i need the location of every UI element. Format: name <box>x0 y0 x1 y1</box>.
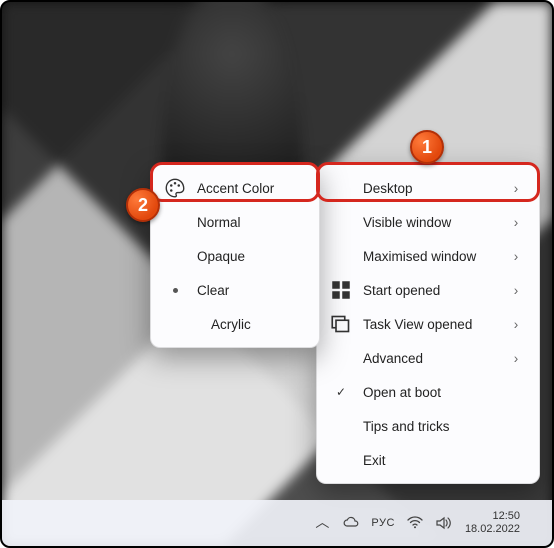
menu-item-label: Desktop <box>363 181 497 196</box>
onedrive-icon[interactable] <box>343 515 359 531</box>
menu-item-label: Task View opened <box>363 317 497 332</box>
context-menu-right: Desktop › Visible window › Maximised win… <box>316 164 540 484</box>
menu-item-label: Start opened <box>363 283 497 298</box>
clock-date-value: 18.02.2022 <box>465 523 520 536</box>
taskbar: ︿ РУС 12:50 18.02.2022 <box>2 500 552 546</box>
menu-item-task-view-opened[interactable]: Task View opened › <box>317 307 539 341</box>
menu-item-advanced[interactable]: Advanced › <box>317 341 539 375</box>
menu-item-label: Open at boot <box>363 385 497 400</box>
chevron-right-icon: › <box>509 317 523 332</box>
menu-item-label: Accent Color <box>197 181 303 196</box>
menu-item-open-at-boot[interactable]: Open at boot <box>317 375 539 409</box>
menu-item-label: Normal <box>197 215 303 230</box>
menu-item-label: Advanced <box>363 351 497 366</box>
chevron-right-icon: › <box>509 181 523 196</box>
task-view-icon <box>331 314 351 334</box>
volume-icon[interactable] <box>435 515 451 531</box>
chevron-right-icon: › <box>509 351 523 366</box>
clock-date[interactable]: 12:50 18.02.2022 <box>465 510 520 536</box>
context-menu-left: Accent Color Normal Opaque Clear Acrylic <box>150 164 320 348</box>
language-indicator[interactable]: РУС <box>371 517 395 529</box>
menu-item-desktop[interactable]: Desktop › <box>317 171 539 205</box>
menu-item-acrylic[interactable]: Acrylic <box>151 307 319 341</box>
chevron-right-icon: › <box>509 283 523 298</box>
menu-item-tips-and-tricks[interactable]: Tips and tricks <box>317 409 539 443</box>
tray-icons: ︿ РУС <box>315 515 451 531</box>
menu-item-exit[interactable]: Exit <box>317 443 539 477</box>
menu-item-opaque[interactable]: Opaque <box>151 239 319 273</box>
menu-item-maximised-window[interactable]: Maximised window › <box>317 239 539 273</box>
menu-item-accent-color[interactable]: Accent Color <box>151 171 319 205</box>
menu-item-label: Maximised window <box>363 249 497 264</box>
menu-item-normal[interactable]: Normal <box>151 205 319 239</box>
menu-item-clear[interactable]: Clear <box>151 273 319 307</box>
screenshot-stage: Desktop › Visible window › Maximised win… <box>0 0 554 548</box>
windows-start-icon <box>331 280 351 300</box>
menu-item-label: Clear <box>197 283 303 298</box>
menu-item-label: Tips and tricks <box>363 419 497 434</box>
menu-item-visible-window[interactable]: Visible window › <box>317 205 539 239</box>
wifi-icon[interactable] <box>407 515 423 531</box>
chevron-up-icon[interactable]: ︿ <box>315 515 331 531</box>
palette-icon <box>165 178 185 198</box>
menu-item-label: Visible window <box>363 215 497 230</box>
menu-item-label: Opaque <box>197 249 303 264</box>
checkmark-icon <box>331 385 351 399</box>
clock-time: 12:50 <box>465 510 520 523</box>
bullet-icon <box>165 288 185 293</box>
chevron-right-icon: › <box>509 215 523 230</box>
menu-item-start-opened[interactable]: Start opened › <box>317 273 539 307</box>
menu-item-label: Exit <box>363 453 497 468</box>
menu-item-label: Acrylic <box>197 317 303 332</box>
chevron-right-icon: › <box>509 249 523 264</box>
